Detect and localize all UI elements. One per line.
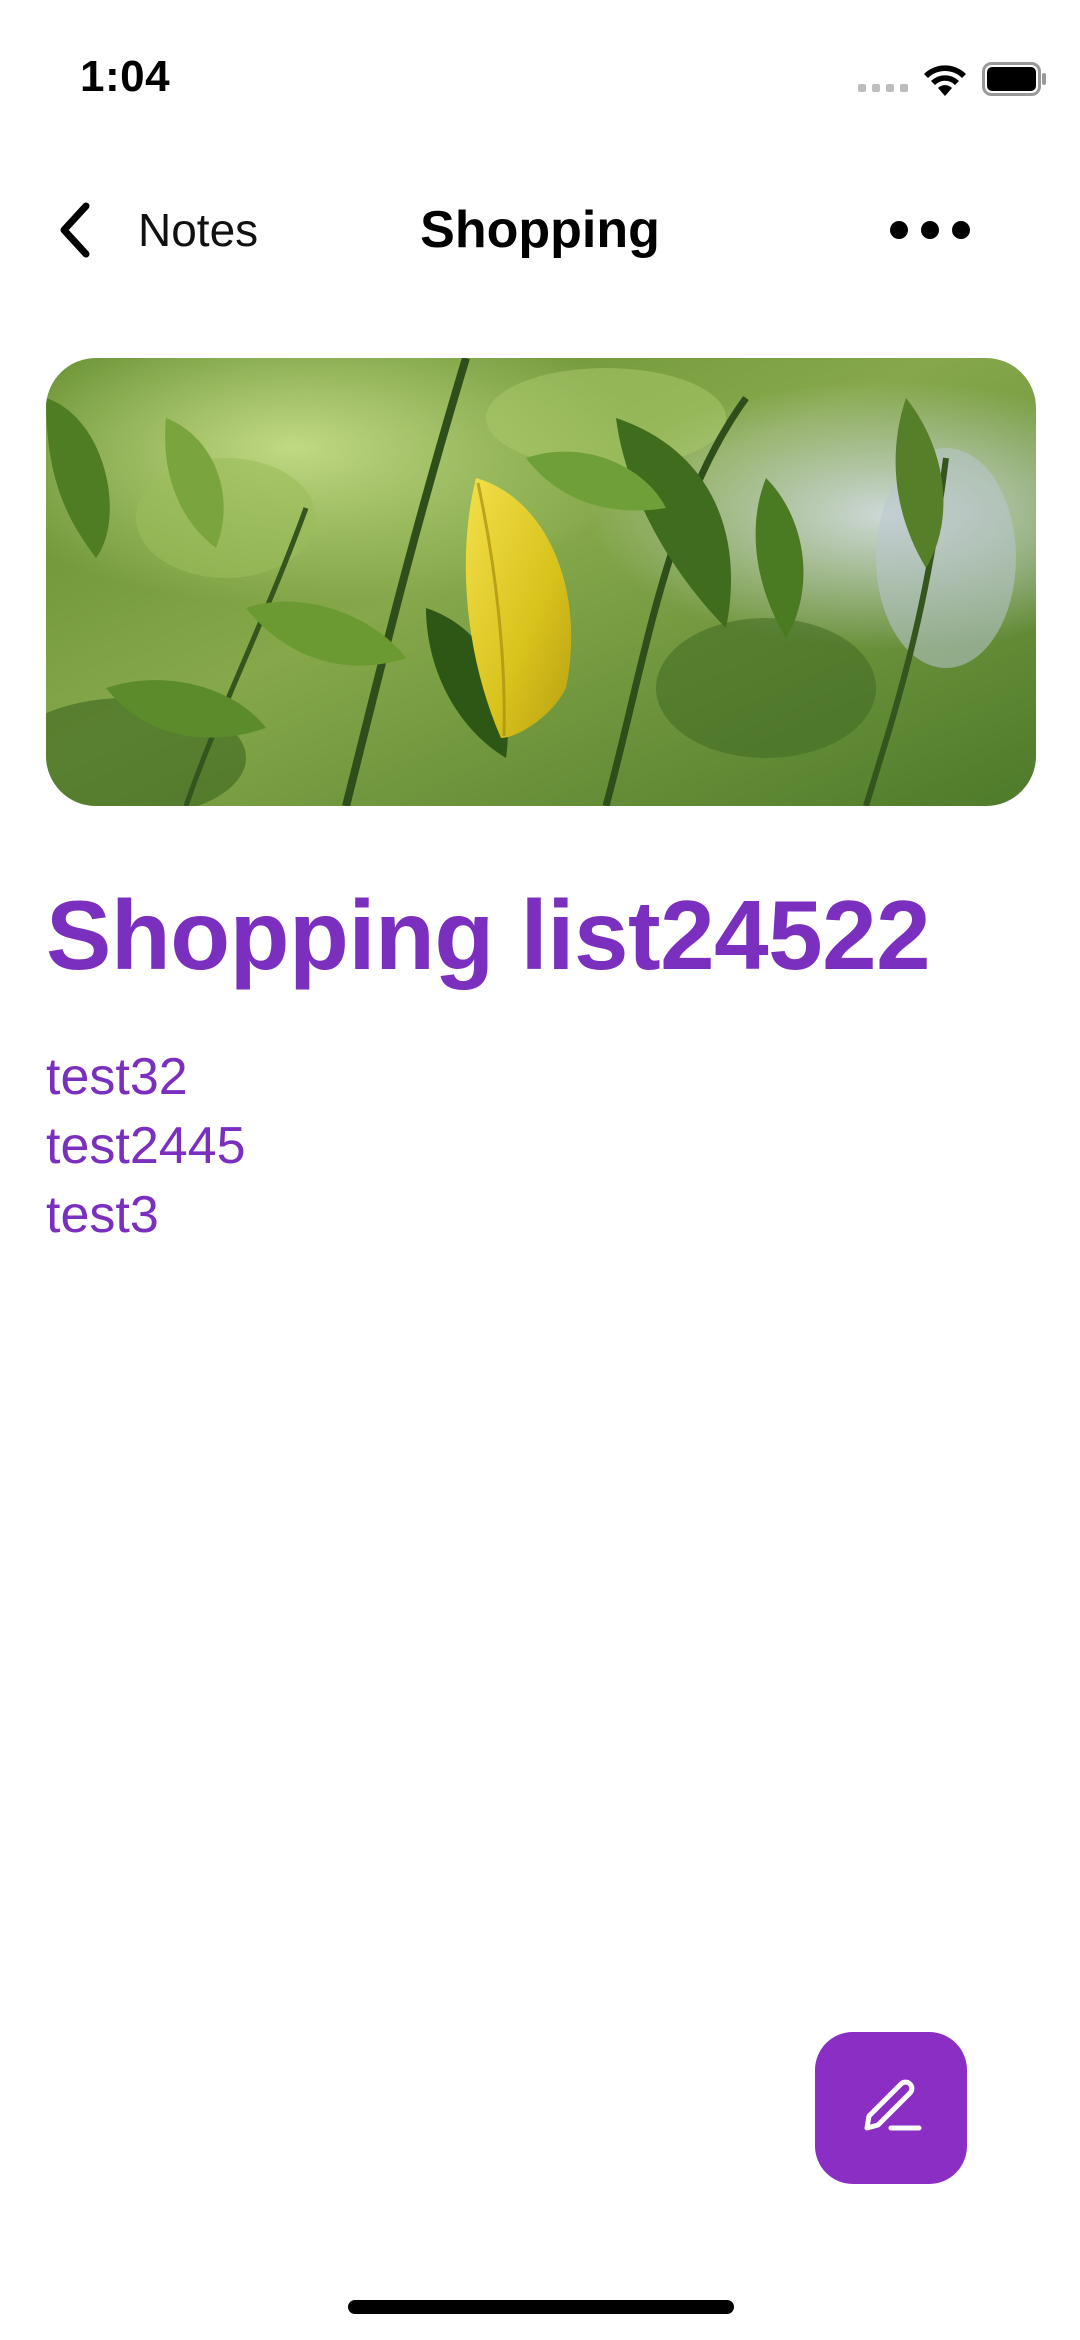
edit-note-button[interactable] (815, 2032, 967, 2184)
cellular-signal-icon (858, 84, 908, 92)
navigation-bar: Shopping Notes (0, 170, 1080, 290)
battery-icon (982, 62, 1046, 96)
note-body[interactable]: test32 test2445 test3 (46, 1043, 246, 1250)
note-line: test2445 (46, 1117, 246, 1175)
note-line: test32 (46, 1048, 188, 1106)
note-line: test3 (46, 1186, 159, 1244)
note-cover-image (46, 358, 1036, 806)
wifi-icon (924, 65, 966, 96)
status-time: 1:04 (80, 52, 171, 101)
more-options-button[interactable] (890, 210, 970, 250)
home-indicator (348, 2300, 734, 2314)
back-button[interactable]: Notes (56, 198, 258, 262)
ellipsis-icon (890, 221, 908, 239)
pencil-icon (864, 2079, 922, 2131)
back-label: Notes (138, 204, 259, 256)
note-title[interactable]: Shopping list24522 (46, 880, 1046, 990)
chevron-left-icon (60, 202, 90, 258)
status-bar: 1:04 (0, 0, 1080, 150)
